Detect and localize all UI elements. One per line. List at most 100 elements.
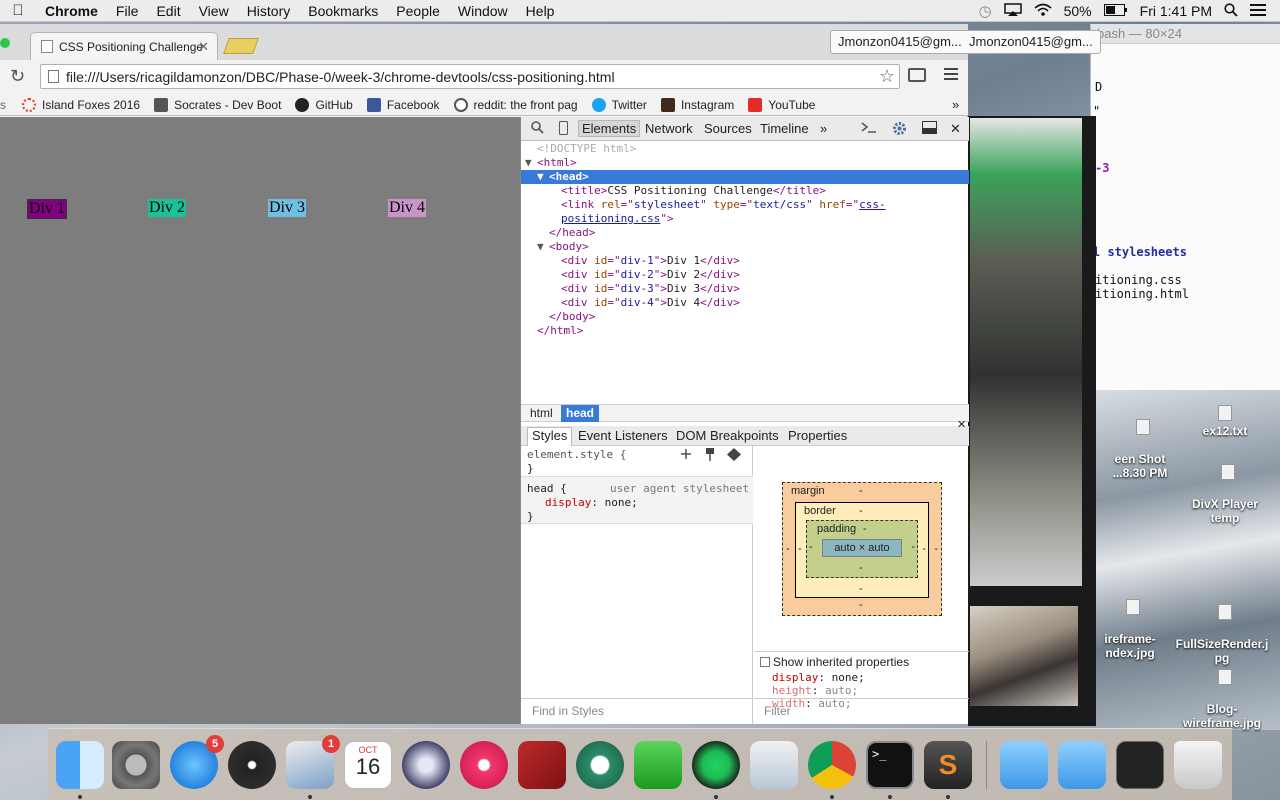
tab-timeline[interactable]: Timeline (760, 121, 809, 136)
color-format-icon[interactable] (727, 448, 741, 465)
box-model-content[interactable]: auto × auto (822, 539, 902, 557)
desktop-file-ex12[interactable]: ex12.txt (1180, 405, 1270, 438)
dom-node-link-cont[interactable]: positioning.css"> (521, 212, 969, 226)
terminal-window[interactable]: bash — 80×24 D " -3 l stylesheets itioni… (1090, 24, 1280, 394)
documents-folder-icon[interactable] (1058, 741, 1106, 789)
menu-bookmarks[interactable]: Bookmarks (299, 3, 387, 19)
breadcrumb-html[interactable]: html (525, 406, 558, 420)
menu-file[interactable]: File (107, 3, 148, 19)
dom-node-html-close[interactable]: </html> (521, 324, 969, 338)
menu-help[interactable]: Help (517, 3, 564, 19)
clock[interactable]: Fri 1:41 PM (1140, 3, 1212, 19)
dom-node-div-3[interactable]: <div id="div-3">Div 3</div> (521, 282, 969, 296)
dom-node-html[interactable]: ▼ <html> (521, 156, 969, 170)
inspect-search-icon[interactable] (531, 121, 544, 137)
tab-css-positioning[interactable]: CSS Positioning Challenge ✕ (30, 32, 218, 60)
tab-event-listeners[interactable]: Event Listeners (578, 428, 668, 443)
stylesheet-link[interactable]: positioning.css (561, 212, 660, 225)
tab-styles[interactable]: Styles (527, 427, 573, 446)
bookmark-star-icon[interactable]: ☆ (879, 66, 895, 87)
dom-node-title[interactable]: <title>CSS Positioning Challenge</title> (521, 184, 969, 198)
dom-node-body[interactable]: ▼ <body> (521, 240, 969, 254)
bookmark-youtube[interactable]: YouTube (748, 97, 815, 112)
time-machine-icon[interactable]: ◷ (979, 2, 992, 20)
settings-gear-icon[interactable] (892, 121, 907, 139)
tab-elements[interactable]: Elements (578, 120, 641, 137)
airplay-icon[interactable] (1003, 2, 1022, 20)
more-tabs-button[interactable]: » (820, 121, 827, 136)
menu-app-name[interactable]: Chrome (36, 3, 107, 19)
display-declaration[interactable]: display: none; (545, 496, 638, 510)
console-drawer-icon[interactable] (861, 121, 877, 137)
element-style-selector[interactable]: element.style { (527, 448, 626, 462)
box-model-padding[interactable]: padding - - - - auto × auto (806, 520, 918, 578)
expand-triangle-icon[interactable]: ▼ (537, 240, 549, 254)
computed-height[interactable]: height: auto; (754, 684, 969, 697)
computed-display[interactable]: display: none; (754, 671, 969, 684)
dom-node-div-2[interactable]: <div id="div-2">Div 2</div> (521, 268, 969, 282)
dom-node-body-close[interactable]: </body> (521, 310, 969, 324)
cast-icon[interactable] (908, 68, 926, 82)
dashboard-icon[interactable] (228, 741, 276, 789)
bookmark-reddit[interactable]: reddit: the front pag (453, 97, 578, 112)
dom-node-div-1[interactable]: <div id="div-1">Div 1</div> (521, 254, 969, 268)
profile-button-background-window[interactable]: Jmonzon0415@gm... (962, 30, 1101, 54)
new-style-rule-icon[interactable] (679, 448, 693, 464)
head-selector[interactable]: head { (527, 482, 567, 496)
apple-icon[interactable]:  (0, 2, 36, 19)
photo-booth-icon[interactable] (518, 741, 566, 789)
new-tab-button[interactable] (223, 38, 259, 54)
tab-properties[interactable]: Properties (788, 428, 847, 443)
bookmark-island-foxes[interactable]: Island Foxes 2016 (22, 97, 140, 112)
bookmark-instagram[interactable]: Instagram (660, 97, 734, 112)
bookmark-overflow-left[interactable]: s (0, 98, 22, 112)
stylesheet-link[interactable]: css- (859, 198, 886, 211)
bookmark-github[interactable]: GitHub (295, 97, 353, 112)
dom-node-div-4[interactable]: <div id="div-4">Div 4</div> (521, 296, 969, 310)
menu-edit[interactable]: Edit (147, 3, 189, 19)
preview-icon[interactable] (750, 741, 798, 789)
chrome-menu-icon[interactable] (944, 68, 958, 83)
show-inherited-checkbox[interactable] (760, 657, 770, 667)
desktop-file-divx[interactable]: DivX Player temp (1175, 450, 1275, 539)
bookmarks-overflow-button[interactable]: » (952, 97, 959, 112)
bookmark-twitter[interactable]: Twitter (591, 97, 647, 112)
window-zoom-button[interactable] (0, 38, 10, 48)
bookmark-facebook[interactable]: Facebook (366, 97, 440, 112)
finder-icon[interactable] (56, 741, 104, 789)
calendar-icon[interactable]: OCT 16 (344, 741, 392, 789)
expand-triangle-icon[interactable]: ▼ (537, 170, 549, 184)
close-tab-icon[interactable]: ✕ (198, 39, 209, 55)
breadcrumb-head[interactable]: head (561, 405, 600, 422)
notification-center-icon[interactable] (1250, 3, 1266, 19)
battery-icon[interactable] (1103, 3, 1128, 19)
script-editor-icon[interactable] (402, 741, 450, 789)
desktop-file-wireframe[interactable]: ireframe- ndex.jpg (1090, 585, 1170, 674)
dock-side-icon[interactable] (922, 121, 937, 137)
pin-state-icon[interactable] (705, 448, 715, 465)
wifi-icon[interactable] (1034, 3, 1052, 20)
desktop-file-screenshot[interactable]: een Shot ...8.30 PM (1095, 405, 1185, 494)
bookmark-socrates[interactable]: Socrates - Dev Boot (154, 97, 281, 112)
reload-icon[interactable]: ↻ (10, 66, 25, 87)
menu-people[interactable]: People (387, 3, 449, 19)
close-drawer-icon[interactable]: ✕ (957, 418, 966, 431)
background-photo-window[interactable] (968, 116, 1096, 726)
applications-folder-icon[interactable] (1000, 741, 1048, 789)
menu-history[interactable]: History (238, 3, 300, 19)
google-chrome-icon[interactable] (808, 741, 856, 789)
box-model-margin[interactable]: margin - - - - border - - - - padding - … (782, 482, 942, 616)
dom-node-link[interactable]: <link rel="stylesheet" type="text/css" h… (521, 198, 969, 212)
time-machine-icon[interactable] (576, 741, 624, 789)
address-bar[interactable]: file:///Users/ricagildamonzon/DBC/Phase-… (40, 64, 900, 89)
expand-triangle-icon[interactable]: ▼ (525, 156, 537, 170)
tab-dom-breakpoints[interactable]: DOM Breakpoints (676, 428, 779, 443)
dom-node-head[interactable]: ▼ <head> (521, 170, 969, 184)
box-model-border[interactable]: border - - - - padding - - - - auto × au… (795, 502, 929, 598)
facetime-icon[interactable] (634, 741, 682, 789)
find-in-styles-input[interactable]: Find in Styles (521, 698, 753, 724)
downloads-stack-icon[interactable] (1116, 741, 1164, 789)
itunes-icon[interactable] (460, 741, 508, 789)
menu-window[interactable]: Window (449, 3, 517, 19)
profile-button[interactable]: Jmonzon0415@gm... (830, 30, 970, 54)
